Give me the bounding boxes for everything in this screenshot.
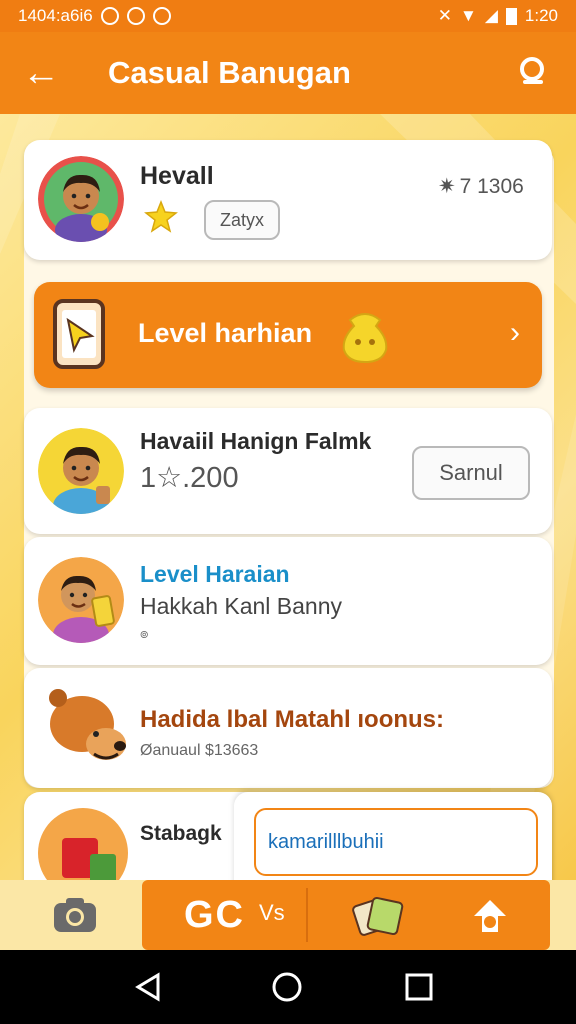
- profile-card[interactable]: Hevall Zatyx ✷ 7 1306: [24, 140, 552, 260]
- status-left-text: 1404:a6i6: [18, 6, 93, 25]
- upload-icon[interactable]: [470, 896, 510, 936]
- item-amount: 1☆.200: [140, 462, 239, 494]
- score-display: ✷ 7 1306: [438, 174, 524, 199]
- avatar: [38, 428, 124, 514]
- wifi-icon: ▼: [460, 6, 477, 25]
- item-title: Level Haraian: [140, 561, 290, 587]
- score-value: 7 1306: [459, 174, 524, 198]
- star-icon: [144, 199, 178, 234]
- list-item[interactable]: Hadida lbal Matahl ıoonus: Øanuaul $1366…: [24, 668, 552, 788]
- search-icon[interactable]: [514, 53, 554, 93]
- item-title: Stabagk: [140, 822, 222, 845]
- list-item[interactable]: Havaiil Hanign Falmk 1☆.200 Sarnul: [24, 408, 552, 534]
- coin-bag-icon: [336, 306, 394, 364]
- item-footnote: ๏: [140, 625, 149, 641]
- avatar: [38, 156, 124, 242]
- bottom-tab-bar: GC Vs: [0, 880, 576, 950]
- tab-divider: [306, 888, 308, 942]
- list-item[interactable]: Level Haraian Hakkah Kanl Banny ๏: [24, 537, 552, 665]
- back-arrow-icon[interactable]: ←: [22, 54, 66, 92]
- item-subtitle: Øanuaul $13663: [140, 742, 259, 759]
- status-bar: 1404:a6i6 ✕ ▼ ◢ 1:20: [0, 0, 576, 32]
- tag-button[interactable]: Zatyx: [204, 200, 280, 240]
- battery-icon: [505, 7, 517, 25]
- sync-icon: [126, 7, 145, 25]
- banner-label: Level harhian: [138, 318, 313, 348]
- system-nav-bar: [0, 950, 576, 1024]
- claim-button[interactable]: Sarnul: [412, 446, 530, 500]
- sparkle-icon: ✷: [438, 175, 456, 198]
- nav-back-icon[interactable]: [134, 972, 164, 1002]
- app-bar: ← Casual Banugan: [0, 32, 576, 114]
- tab-gc-sublabel: Vs: [259, 900, 285, 925]
- signal-icon: ◢: [484, 6, 498, 25]
- tab-gc-label: GC: [184, 894, 245, 936]
- item-title: Havaiil Hanign Falmk: [140, 428, 372, 454]
- item-title: Hadida lbal Matahl ıoonus:: [140, 706, 445, 733]
- tab-gc[interactable]: GC Vs: [184, 894, 285, 937]
- nav-recents-icon[interactable]: [404, 972, 434, 1002]
- camera-icon[interactable]: [52, 896, 98, 934]
- tablet-icon: [52, 298, 106, 370]
- animal-icon: [40, 682, 130, 772]
- notification-icon: [100, 7, 119, 25]
- cards-icon[interactable]: [352, 894, 404, 938]
- chevron-right-icon: ›: [510, 316, 520, 349]
- tab-group: GC Vs: [142, 880, 550, 950]
- avatar: [38, 557, 124, 643]
- item-subtitle: Hakkah Kanl Banny: [140, 593, 343, 619]
- page-title: Casual Banugan: [108, 55, 351, 90]
- popup-input[interactable]: kamarilllbuhii: [254, 808, 538, 876]
- profile-name: Hevall: [140, 162, 214, 190]
- record-icon: [152, 7, 171, 25]
- nav-home-icon[interactable]: [272, 972, 302, 1002]
- level-banner[interactable]: Level harhian ›: [34, 282, 542, 388]
- clock: 1:20: [524, 6, 558, 25]
- mute-icon: ✕: [437, 6, 452, 25]
